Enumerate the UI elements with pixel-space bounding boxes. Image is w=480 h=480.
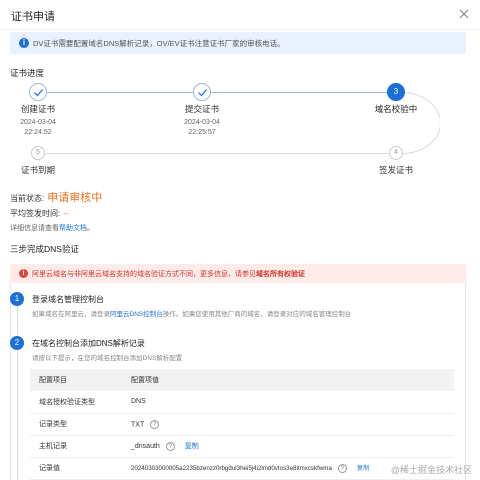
row-value: 20240303000005a2235bzenzz0rbgdul3hei5j4i… — [131, 465, 332, 473]
table-row: 记录类型 TXT? — [30, 413, 454, 436]
step-label-create: 创建证书 — [20, 104, 55, 114]
step-done-icon — [193, 83, 211, 101]
step-submit-time: 22:25:57 — [188, 129, 216, 136]
notice-text: DV证书需要配置域名DNS解析记录，OV/EV证书注意证书厂家的审核电话。 — [33, 39, 285, 48]
row-item: 域名授权验证类型 — [30, 391, 122, 414]
step2-desc: 请按以下提示，在您的域名控制台添加DNS解析配置 — [32, 355, 183, 362]
progress-title: 证书进度 — [10, 68, 45, 78]
avg-time-value: -- — [63, 209, 69, 218]
row-value: TXT — [131, 420, 145, 428]
step1-title: 登录域名管理控制台 — [32, 295, 104, 304]
domain-ownership-link[interactable]: 域名所有权验证 — [256, 271, 305, 278]
row-value: _dnsauth — [131, 443, 160, 450]
step-create-date: 2024-03-04 — [20, 119, 56, 126]
warning-text: 阿里云域名与非阿里云域名支持的域名验证方式不同，更多信息，请参见域名所有权验证 — [32, 269, 305, 279]
progress-line — [47, 92, 193, 93]
avg-time-label: 平均签发时间: — [10, 209, 61, 218]
progress-line — [211, 92, 387, 93]
warning-body: 阿里云域名与非阿里云域名支持的域名验证方式不同，更多信息，请参见 — [32, 271, 256, 278]
help-icon[interactable]: ? — [337, 463, 347, 473]
watermark: @稀土掘金技术社区 — [390, 465, 472, 475]
step-number-1: 1 — [10, 292, 24, 306]
row-item: 记录值 — [30, 457, 122, 480]
aliyun-dns-console-link[interactable]: 阿里云DNS控制台 — [110, 311, 163, 318]
row-value: DNS — [131, 398, 146, 406]
step1-desc: 如果域名在阿里云，请登录阿里云DNS控制台操作。如果您使用其他厂商的域名，请登录… — [32, 308, 351, 318]
table-row: 主机记录 _dnsauth? 复制 — [30, 435, 454, 458]
row-value-cell: TXT? — [122, 413, 454, 436]
close-icon[interactable] — [457, 7, 471, 21]
copy-host-button[interactable]: 复制 — [185, 443, 199, 450]
avg-time-row: 平均签发时间: -- — [10, 208, 69, 219]
certificate-apply-dialog: 证书申请 i DV证书需要配置域名DNS解析记录，OV/EV证书注意证书厂家的审… — [0, 0, 480, 480]
row-value-cell: _dnsauth? 复制 — [122, 435, 454, 458]
detail-row: 详细信息请查看帮助文档。 — [10, 223, 94, 233]
step2-title: 在域名控制台添加DNS解析记录 — [32, 339, 145, 348]
step-number-2: 2 — [10, 336, 24, 350]
header-value: 配置项值 — [122, 369, 454, 391]
table-row: 域名授权验证类型 DNS — [30, 391, 454, 414]
progress-arc — [396, 92, 440, 154]
step-number-3: 3 — [387, 83, 405, 101]
table-header-row: 配置项目 配置项值 — [30, 369, 454, 391]
current-status-value: 申请审核中 — [47, 192, 103, 204]
progress-line-pending — [45, 153, 390, 154]
info-notice: i DV证书需要配置域名DNS解析记录，OV/EV证书注意证书厂家的审核电话。 — [10, 32, 466, 54]
step1-desc-a: 如果域名在阿里云，请登录 — [32, 311, 110, 318]
step-label-submit: 提交证书 — [184, 104, 219, 114]
detail-suffix: 。 — [87, 225, 94, 232]
step-done-icon — [29, 83, 47, 101]
current-status-row: 当前状态: 申请审核中 — [10, 189, 102, 205]
dialog-header: 证书申请 — [0, 0, 480, 30]
header-item: 配置项目 — [30, 369, 122, 391]
row-item: 记录类型 — [30, 413, 122, 436]
row-item: 主机记录 — [30, 435, 122, 458]
warning-notice: i 阿里云域名与非阿里云域名支持的域名验证方式不同，更多信息，请参见域名所有权验… — [10, 264, 466, 283]
row-value-cell: DNS — [122, 391, 454, 414]
step-number-4: 4 — [389, 146, 403, 160]
step-label-issue: 签发证书 — [378, 165, 413, 175]
detail-prefix: 详细信息请查看 — [10, 225, 59, 232]
dialog-title: 证书申请 — [11, 11, 55, 23]
current-status-label: 当前状态: — [10, 194, 45, 203]
help-icon[interactable]: ? — [165, 441, 175, 451]
help-icon[interactable]: ? — [150, 419, 160, 429]
copy-record-value-button[interactable]: 复制 — [357, 465, 369, 472]
step-label-expire: 证书到期 — [20, 165, 55, 175]
step-label-domain-verify: 域名校验中 — [374, 104, 418, 114]
step1-desc-b: 操作。如果您使用其他厂商的域名，请登录对应的域名管理控制台 — [162, 311, 352, 318]
step-connector — [17, 307, 18, 337]
step-create-time: 22:24:52 — [24, 129, 52, 136]
dns-verify-title: 三步完成DNS验证 — [10, 244, 79, 254]
help-doc-link[interactable]: 帮助文档 — [59, 225, 87, 232]
warning-icon: i — [19, 269, 28, 278]
step-submit-date: 2024-03-04 — [184, 119, 220, 126]
step-connector — [17, 351, 18, 480]
info-icon: i — [19, 38, 29, 48]
step-number-5: 5 — [31, 146, 45, 160]
